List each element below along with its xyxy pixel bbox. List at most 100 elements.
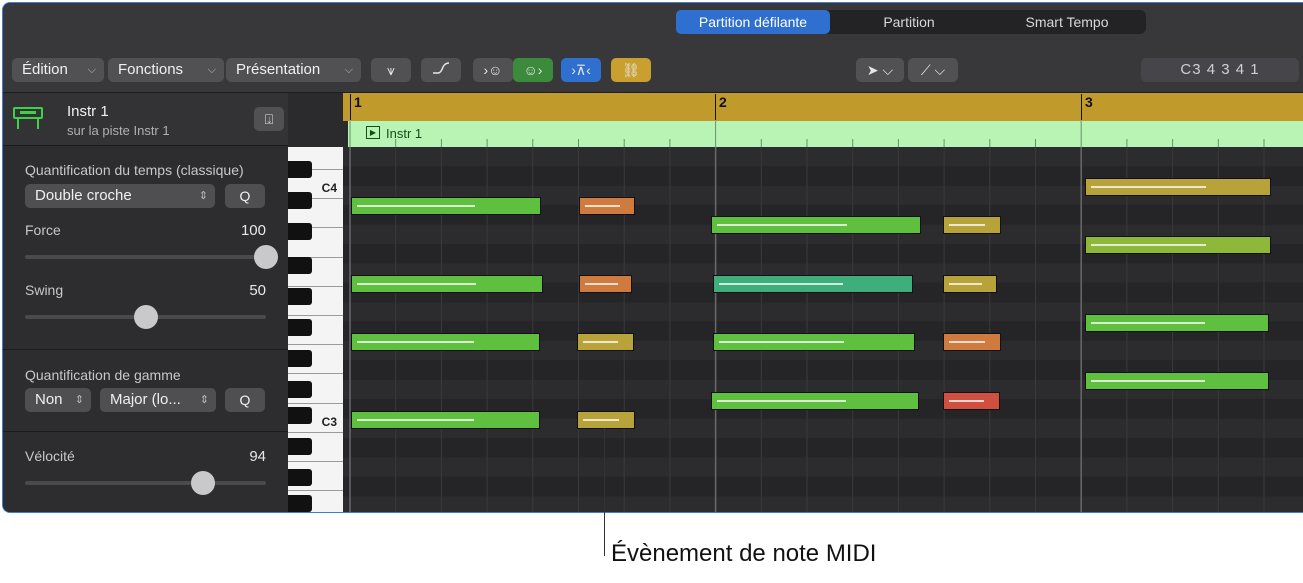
black-key[interactable] — [288, 319, 312, 336]
quantize-select[interactable]: Double croche ⇕ — [25, 184, 215, 208]
tab-smart-tempo[interactable]: Smart Tempo — [988, 10, 1146, 34]
bar-2-marker: 2 — [715, 94, 727, 120]
black-key[interactable] — [288, 288, 312, 305]
chevron-down-icon: ⌵ — [344, 64, 353, 76]
scale-mode-value: Non — [35, 391, 63, 408]
region-name: Instr 1 — [386, 126, 423, 141]
track-subtitle: sur la piste Instr 1 — [67, 123, 170, 138]
midi-note-event[interactable] — [577, 411, 635, 429]
link-icon[interactable]: ⛓ — [611, 58, 651, 82]
strength-label: Force — [25, 222, 61, 238]
updown-icon: ⇕ — [74, 394, 84, 406]
midi-note-event[interactable] — [351, 333, 540, 351]
tab-score[interactable]: Partition — [830, 10, 988, 34]
chevron-down-icon: ⌵ — [87, 64, 96, 76]
callout-label: Évènement de note MIDI — [611, 540, 877, 567]
black-key[interactable] — [288, 161, 312, 178]
midi-note-event[interactable] — [579, 197, 635, 215]
black-key[interactable] — [288, 350, 312, 367]
bar-ruler[interactable]: 1 2 3 — [343, 93, 1303, 121]
updown-icon: ⇕ — [198, 190, 208, 202]
midi-note-event[interactable] — [711, 216, 921, 234]
region-ticks — [349, 121, 1265, 147]
scale-select[interactable]: Major (lo... ⇕ — [100, 388, 216, 412]
note-grid[interactable]: 1 2 3 ▶ Instr 1 — [343, 93, 1303, 512]
black-key[interactable] — [288, 257, 312, 274]
midi-out-icon[interactable]: ☺› — [513, 58, 553, 82]
pencil-tool-icon[interactable]: ⟋ ⌵ — [908, 58, 958, 82]
black-key[interactable] — [288, 495, 312, 512]
midi-note-event[interactable] — [943, 216, 1001, 234]
black-key[interactable] — [288, 407, 312, 424]
c4-label: C4 — [321, 181, 337, 195]
midi-note-event[interactable] — [351, 275, 543, 293]
black-key[interactable] — [288, 469, 312, 486]
notes-area[interactable] — [343, 147, 1303, 512]
editor-tab-bar: Partition défilante Partition Smart Temp… — [3, 3, 1303, 48]
play-icon: ▶ — [366, 126, 380, 139]
edit-menu[interactable]: Édition ⌵ — [12, 58, 104, 82]
midi-note-event[interactable] — [713, 333, 915, 351]
midi-region[interactable]: ▶ Instr 1 — [348, 121, 1303, 147]
velocity-slider[interactable] — [191, 471, 216, 495]
velocity-slider-track — [25, 481, 266, 485]
c3-label: C3 — [321, 415, 337, 429]
midi-note-event[interactable] — [577, 333, 634, 351]
view-menu[interactable]: Présentation ⌵ — [226, 58, 361, 82]
midi-note-event[interactable] — [943, 275, 997, 293]
midi-note-event[interactable] — [1085, 314, 1269, 332]
midi-note-event[interactable] — [711, 392, 919, 410]
scale-mode-select[interactable]: Non ⇕ — [25, 388, 91, 412]
pointer-tool-icon[interactable]: ➤ ⌵ — [856, 58, 904, 82]
position-display: C3 4 3 4 1 — [1141, 58, 1299, 82]
strength-value: 100 — [240, 222, 266, 239]
bar-1-marker: 1 — [350, 94, 362, 120]
download-icon[interactable]: ⍗ — [254, 107, 284, 131]
midi-note-event[interactable] — [1085, 372, 1269, 390]
collapse-icon[interactable]: ⩛ — [371, 58, 411, 82]
divider — [3, 431, 288, 432]
strength-slider-track — [25, 255, 266, 259]
piano-keyboard[interactable]: C4 C3 — [288, 147, 343, 512]
keyboard-instrument-icon — [13, 107, 43, 129]
strength-slider[interactable] — [254, 245, 278, 269]
quantize-title: Quantification du temps (classique) — [25, 162, 244, 178]
midi-note-event[interactable] — [351, 411, 540, 429]
scale-quantize-button[interactable]: Q — [225, 388, 265, 412]
toolbar: Édition ⌵ Fonctions ⌵ Présentation ⌵ ⩛ ›☺ ☺… — [3, 48, 1303, 93]
track-name: Instr 1 — [67, 103, 109, 120]
velocity-value: 94 — [249, 448, 266, 465]
black-key[interactable] — [288, 192, 312, 209]
chevron-down-icon: ⌵ — [207, 64, 216, 76]
black-key[interactable] — [288, 381, 312, 398]
midi-note-event[interactable] — [943, 392, 1000, 410]
midi-note-event[interactable] — [943, 333, 1001, 351]
scale-quantize-title: Quantification de gamme — [25, 367, 181, 383]
track-header: Instr 1 sur la piste Instr 1 ⍗ — [3, 93, 288, 146]
midi-note-event[interactable] — [713, 275, 913, 293]
catch-playhead-icon[interactable]: ›⊼‹ — [561, 58, 601, 82]
swing-slider[interactable] — [133, 305, 158, 329]
tab-piano-roll[interactable]: Partition défilante — [676, 10, 830, 34]
midi-note-event[interactable] — [351, 197, 541, 215]
swing-label: Swing — [25, 282, 64, 298]
automation-curve-icon[interactable] — [421, 58, 461, 82]
updown-icon: ⇕ — [199, 394, 209, 406]
black-key[interactable] — [288, 438, 312, 455]
functions-menu[interactable]: Fonctions ⌵ — [108, 58, 224, 82]
quantize-value: Double croche — [35, 187, 132, 204]
midi-note-event[interactable] — [1085, 236, 1271, 254]
functions-menu-label: Fonctions — [118, 61, 184, 78]
automation-curve-icon — [433, 62, 450, 74]
piano-roll-window: Partition défilante Partition Smart Temp… — [2, 2, 1303, 513]
swing-value: 50 — [249, 282, 266, 299]
midi-in-icon[interactable]: ›☺ — [473, 58, 513, 82]
scale-value: Major (lo... — [110, 391, 181, 408]
callout-line — [604, 428, 605, 556]
quantize-button[interactable]: Q — [225, 184, 265, 208]
editor-tabs: Partition défilante Partition Smart Temp… — [676, 10, 1146, 34]
black-key[interactable] — [288, 223, 312, 240]
midi-note-event[interactable] — [579, 275, 632, 293]
edit-menu-label: Édition — [22, 61, 68, 78]
midi-note-event[interactable] — [1085, 178, 1271, 196]
